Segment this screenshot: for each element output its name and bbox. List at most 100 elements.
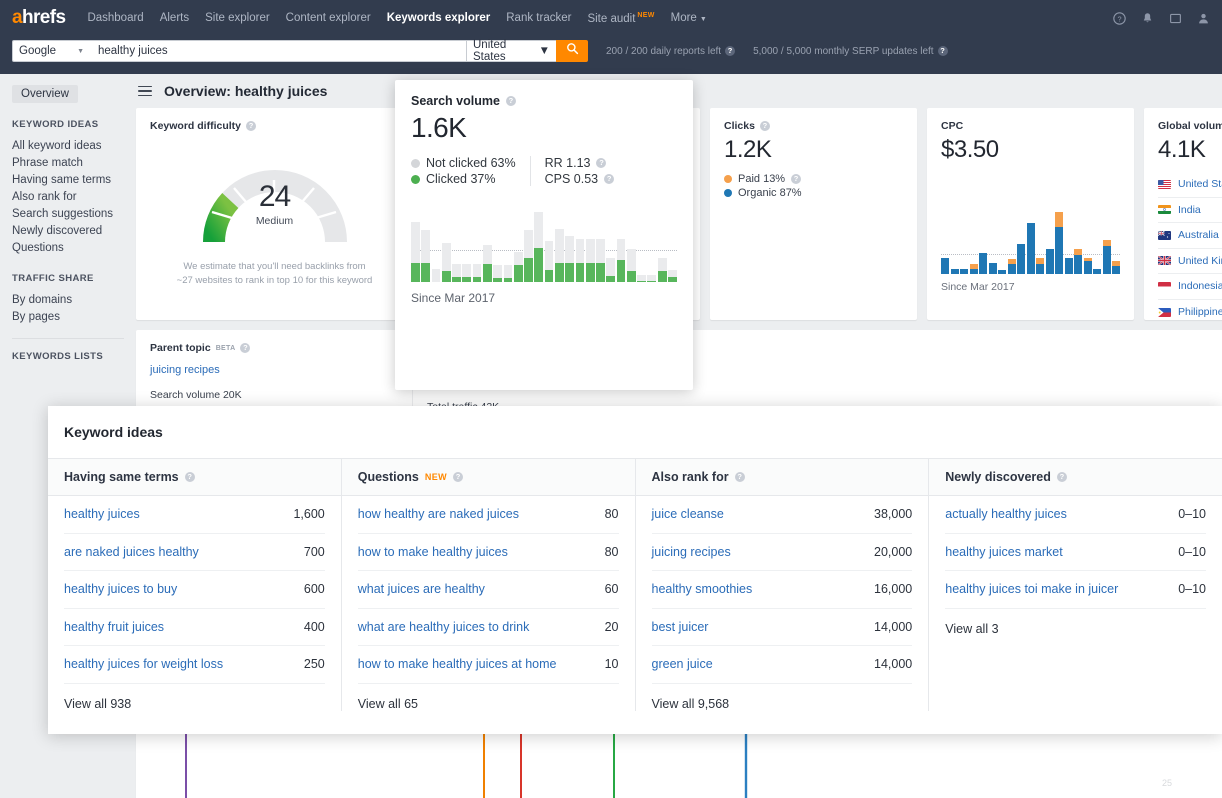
sidebar-item-questions[interactable]: Questions bbox=[0, 240, 136, 257]
sidebar-item-also-rank-for[interactable]: Also rank for bbox=[0, 189, 136, 206]
sidebar-item-search-suggestions[interactable]: Search suggestions bbox=[0, 206, 136, 223]
keyword-ideas-row[interactable]: how to make healthy juices at home 10 bbox=[357, 646, 619, 684]
sidebar-item-by-domains[interactable]: By domains bbox=[0, 292, 136, 309]
keyword-ideas-row[interactable]: juice cleanse 38,000 bbox=[651, 496, 913, 534]
help-icon[interactable]: ? bbox=[453, 472, 464, 482]
keyword-ideas-row[interactable]: how healthy are naked juices 80 bbox=[357, 496, 619, 534]
nav-item-rank-tracker[interactable]: Rank tracker bbox=[506, 12, 571, 24]
keyword-ideas-row[interactable]: best juicer 14,000 bbox=[651, 609, 913, 646]
logo-letter-a: a bbox=[12, 7, 23, 28]
keyword-ideas-row[interactable]: what juices are healthy 60 bbox=[357, 571, 619, 609]
keyword-ideas-row[interactable]: healthy juices toi make in juicer 0–10 bbox=[945, 571, 1206, 609]
keyword-link[interactable]: healthy smoothies bbox=[652, 582, 753, 596]
keyword-link[interactable]: juice cleanse bbox=[652, 507, 724, 521]
sidebar-item-having-same-terms[interactable]: Having same terms bbox=[0, 172, 136, 189]
nav-item-more[interactable]: More ▼ bbox=[671, 12, 707, 24]
keyword-link[interactable]: healthy juices toi make in juicer bbox=[945, 582, 1118, 596]
keyword-difficulty-label: Keyword difficulty ? bbox=[150, 120, 399, 132]
nav-item-alerts[interactable]: Alerts bbox=[160, 12, 189, 24]
keyword-link[interactable]: how healthy are naked juices bbox=[358, 507, 519, 521]
flag-icon bbox=[1158, 205, 1171, 215]
help-icon[interactable]: ? bbox=[596, 158, 607, 168]
search-volume-popover: Search volume ? 1.6K Not clicked 63% Cli… bbox=[395, 80, 693, 390]
keyword-ideas-row[interactable]: healthy smoothies 16,000 bbox=[651, 571, 913, 609]
keyword-link[interactable]: healthy fruit juices bbox=[64, 620, 164, 634]
country-name[interactable]: Australia bbox=[1178, 229, 1219, 241]
view-all-link[interactable]: View all 65 bbox=[358, 684, 619, 711]
country-name[interactable]: United Kingdom bbox=[1178, 255, 1222, 267]
keyword-link[interactable]: best juicer bbox=[652, 620, 709, 634]
global-volume-row[interactable]: Indonesia3007% bbox=[1158, 274, 1222, 300]
help-icon[interactable]: ? bbox=[505, 96, 516, 106]
help-icon[interactable]: ? bbox=[1112, 11, 1126, 25]
keyword-link[interactable]: how to make healthy juices at home bbox=[358, 657, 557, 671]
keyword-link[interactable]: are naked juices healthy bbox=[64, 545, 199, 559]
nav-item-keywords-explorer[interactable]: Keywords explorer bbox=[387, 12, 491, 24]
keyword-ideas-row[interactable]: healthy juices market 0–10 bbox=[945, 534, 1206, 571]
nav-item-content-explorer[interactable]: Content explorer bbox=[286, 12, 371, 24]
country-name[interactable]: United States bbox=[1178, 178, 1222, 190]
help-icon[interactable]: ? bbox=[759, 121, 770, 131]
bell-icon[interactable] bbox=[1140, 11, 1154, 25]
global-volume-row[interactable]: United States1.6K39% bbox=[1158, 172, 1222, 198]
parent-topic-link[interactable]: juicing recipes bbox=[150, 364, 398, 376]
view-all-link[interactable]: View all 938 bbox=[64, 684, 325, 711]
country-name[interactable]: Philippines bbox=[1178, 306, 1222, 318]
keyword-ideas-row[interactable]: green juice 14,000 bbox=[651, 646, 913, 684]
search-button[interactable] bbox=[556, 40, 588, 62]
keyword-link[interactable]: healthy juices for weight loss bbox=[64, 657, 223, 671]
keyword-link[interactable]: healthy juices bbox=[64, 507, 140, 521]
keyword-ideas-row[interactable]: are naked juices healthy 700 bbox=[64, 534, 325, 571]
nav-item-dashboard[interactable]: Dashboard bbox=[87, 12, 143, 24]
keyword-link[interactable]: juicing recipes bbox=[652, 545, 731, 559]
chart-bar bbox=[452, 212, 461, 282]
keyword-link[interactable]: what are healthy juices to drink bbox=[358, 620, 530, 634]
help-icon[interactable]: ? bbox=[937, 46, 948, 56]
keyword-ideas-row[interactable]: juicing recipes 20,000 bbox=[651, 534, 913, 571]
view-all-link[interactable]: View all 3 bbox=[945, 609, 1206, 636]
help-icon[interactable]: ? bbox=[1056, 472, 1067, 482]
menu-icon[interactable] bbox=[138, 83, 152, 100]
global-volume-row[interactable]: India60014% bbox=[1158, 198, 1222, 223]
keyword-link[interactable]: green juice bbox=[652, 657, 713, 671]
sidebar-item-newly-discovered[interactable]: Newly discovered bbox=[0, 223, 136, 240]
keyword-ideas-row[interactable]: actually healthy juices 0–10 bbox=[945, 496, 1206, 534]
user-icon[interactable] bbox=[1196, 11, 1210, 25]
keyword-ideas-row[interactable]: healthy juices to buy 600 bbox=[64, 571, 325, 609]
keyword-link[interactable]: healthy juices market bbox=[945, 545, 1062, 559]
sidebar-item-overview[interactable]: Overview bbox=[12, 85, 78, 103]
keyword-link[interactable]: healthy juices to buy bbox=[64, 582, 177, 596]
help-icon[interactable]: ? bbox=[184, 472, 195, 482]
help-icon[interactable]: ? bbox=[734, 472, 745, 482]
sidebar-item-all-keyword-ideas[interactable]: All keyword ideas bbox=[0, 138, 136, 155]
help-icon[interactable]: ? bbox=[604, 174, 615, 184]
nav-item-site-explorer[interactable]: Site explorer bbox=[205, 12, 270, 24]
global-volume-row[interactable]: Philippines2004% bbox=[1158, 300, 1222, 326]
global-volume-row[interactable]: United Kingdom3007% bbox=[1158, 249, 1222, 274]
ahrefs-logo[interactable]: ahrefs bbox=[12, 7, 66, 29]
view-all-link[interactable]: View all 9,568 bbox=[652, 684, 913, 711]
help-icon[interactable]: ? bbox=[725, 46, 736, 56]
keyword-ideas-row[interactable]: healthy juices 1,600 bbox=[64, 496, 325, 534]
keyword-ideas-row[interactable]: what are healthy juices to drink 20 bbox=[357, 609, 619, 646]
keyword-link[interactable]: what juices are healthy bbox=[358, 582, 485, 596]
help-icon[interactable]: ? bbox=[246, 121, 257, 131]
sidebar-item-by-pages[interactable]: By pages bbox=[0, 309, 136, 326]
keyword-ideas-row[interactable]: healthy fruit juices 400 bbox=[64, 609, 325, 646]
keyword-ideas-row[interactable]: healthy juices for weight loss 250 bbox=[64, 646, 325, 684]
chart-bar bbox=[941, 212, 949, 274]
keyword-link[interactable]: actually healthy juices bbox=[945, 507, 1067, 521]
keyword-search-input[interactable]: healthy juices bbox=[90, 40, 466, 62]
help-icon[interactable]: ? bbox=[791, 174, 802, 184]
screen-icon[interactable] bbox=[1168, 11, 1182, 25]
global-volume-row[interactable]: Australia3007% bbox=[1158, 223, 1222, 249]
keyword-ideas-row[interactable]: how to make healthy juices 80 bbox=[357, 534, 619, 571]
help-icon[interactable]: ? bbox=[240, 343, 251, 353]
nav-item-site-audit[interactable]: Site audit NEW bbox=[587, 12, 654, 25]
country-name[interactable]: India bbox=[1178, 204, 1201, 216]
country-select[interactable]: United States ▼ bbox=[466, 39, 556, 63]
sidebar-item-phrase-match[interactable]: Phrase match bbox=[0, 155, 136, 172]
keyword-link[interactable]: how to make healthy juices bbox=[358, 545, 508, 559]
country-name[interactable]: Indonesia bbox=[1178, 280, 1222, 292]
search-engine-select[interactable]: Google ▼ bbox=[12, 40, 90, 62]
